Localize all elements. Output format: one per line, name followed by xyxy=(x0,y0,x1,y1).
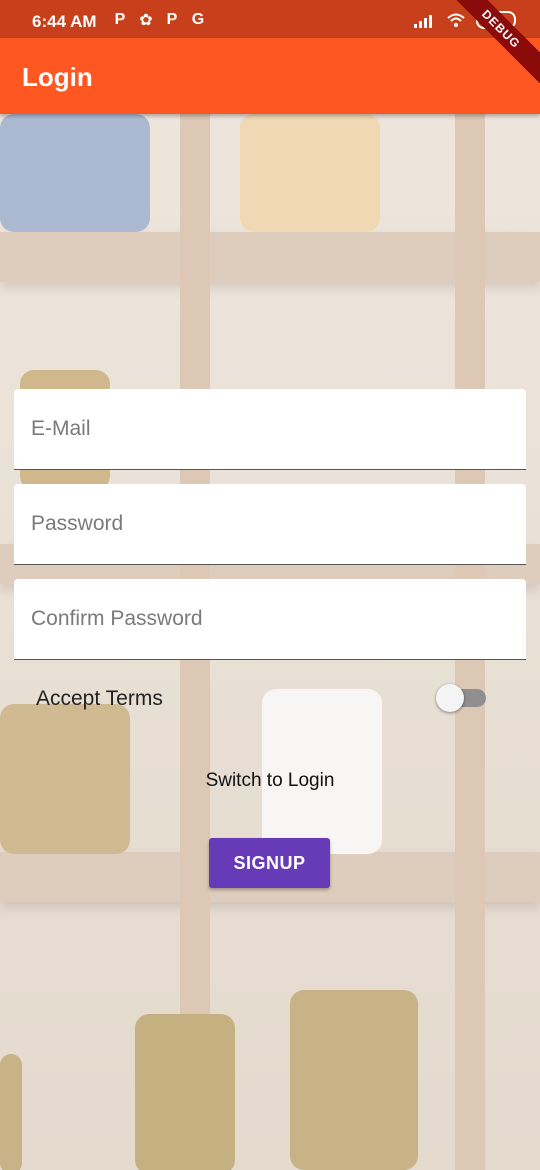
notification-icons: P ✿ P G xyxy=(110,10,208,30)
translate-icon: G xyxy=(191,11,205,28)
switch-knob xyxy=(436,684,464,712)
parking-icon: P xyxy=(114,11,126,28)
accept-terms-row: Accept Terms xyxy=(36,684,492,716)
signal-icon xyxy=(414,15,432,28)
confirm-password-input[interactable] xyxy=(14,579,511,659)
status-time: 6:44 AM xyxy=(32,12,97,31)
status-bar: 6:44 AM P ✿ P G 28 xyxy=(0,0,540,38)
accept-terms-switch[interactable] xyxy=(436,684,486,712)
app-bar: Login xyxy=(0,38,540,114)
parking-icon: P xyxy=(166,11,178,28)
password-input[interactable] xyxy=(14,484,511,564)
wifi-icon xyxy=(447,13,465,27)
email-input[interactable] xyxy=(14,389,511,469)
confirm-password-field[interactable] xyxy=(14,579,526,660)
accept-terms-label: Accept Terms xyxy=(36,687,163,710)
switch-to-login-button[interactable]: Switch to Login xyxy=(0,770,540,792)
signup-button[interactable]: SIGNUP xyxy=(209,838,330,888)
password-field[interactable] xyxy=(14,484,526,565)
flower-icon: ✿ xyxy=(139,12,153,29)
page-title: Login xyxy=(22,62,93,92)
email-field[interactable] xyxy=(14,389,526,470)
